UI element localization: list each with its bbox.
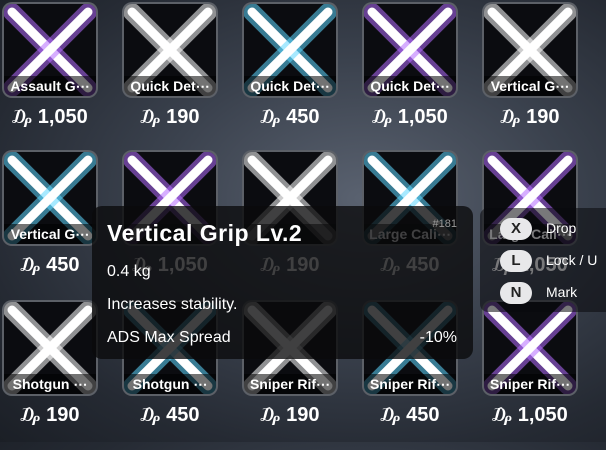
item-name: Sniper Rif⋯	[244, 374, 336, 394]
item-tile[interactable]: Vertical G⋯	[482, 2, 578, 98]
key-x-icon: X	[500, 218, 532, 240]
hint-mark-label: Mark	[546, 284, 578, 300]
item-name: Vertical G⋯	[484, 76, 576, 96]
tooltip-weight: 0.4 kg	[107, 263, 151, 280]
item-name: Vertical G⋯	[4, 224, 96, 244]
currency-icon: ₯	[372, 107, 392, 127]
item-tile[interactable]: Quick Det⋯	[122, 2, 218, 98]
item-name: Shotgun ⋯	[4, 374, 96, 394]
item-price: ₯450	[242, 106, 338, 129]
item-price: ₯190	[2, 404, 98, 427]
item-tile[interactable]: Quick Det⋯	[362, 2, 458, 98]
tooltip-description: Increases stability.	[107, 296, 238, 313]
item-price: ₯1,050	[2, 106, 98, 129]
currency-icon: ₯	[140, 405, 161, 425]
item-slot[interactable]: Quick Det⋯ ₯ 190	[122, 2, 222, 152]
item-price-value: 450	[406, 404, 440, 426]
item-slot[interactable]: Quick Det⋯ ₯ 1,050	[362, 2, 462, 152]
item-price: ₯1,050	[482, 404, 578, 427]
item-price-value: 190	[46, 404, 80, 426]
item-name: Sniper Rif⋯	[484, 374, 576, 394]
item-price-value: 1,050	[397, 106, 448, 128]
item-tile[interactable]: Vertical G⋯	[2, 150, 98, 246]
key-n-icon: N	[500, 282, 532, 304]
item-name: Sniper Rif⋯	[364, 374, 456, 394]
currency-icon: ₯	[20, 405, 41, 425]
tooltip-item-id: #181	[432, 218, 457, 230]
item-name: Assault G⋯	[4, 76, 96, 96]
item-price: ₯190	[122, 106, 218, 129]
item-price: ₯450	[2, 254, 98, 277]
currency-icon: ₯	[380, 405, 401, 425]
item-price-value: 190	[166, 106, 200, 128]
item-slot[interactable]: Quick Det⋯ ₯ 450	[242, 2, 342, 152]
item-price: ₯1,050	[362, 106, 458, 129]
item-name: Quick Det⋯	[124, 76, 216, 96]
currency-icon: ₯	[500, 107, 521, 127]
item-price-value: 450	[46, 254, 80, 276]
currency-icon: ₯	[492, 405, 512, 425]
item-tile[interactable]: Sniper Rif⋯	[482, 300, 578, 396]
item-name: Quick Det⋯	[244, 76, 336, 96]
hint-lock-label: Lock / U	[546, 252, 598, 268]
item-price-value: 190	[526, 106, 560, 128]
item-price-value: 1,050	[517, 404, 568, 426]
item-slot[interactable]: Vertical G⋯ ₯ 450	[2, 150, 102, 300]
currency-icon: ₯	[20, 255, 41, 275]
hint-drop-label: Drop	[546, 220, 577, 236]
item-tile[interactable]: Quick Det⋯	[242, 2, 338, 98]
item-name: Shotgun ⋯	[124, 374, 216, 394]
item-name: Quick Det⋯	[364, 76, 456, 96]
tooltip-stat-name: ADS Max Spread	[107, 329, 231, 346]
item-price: ₯450	[122, 404, 218, 427]
item-price-value: 450	[166, 404, 200, 426]
item-price-value: 450	[286, 106, 320, 128]
item-price-value: 1,050	[37, 106, 88, 128]
item-tile[interactable]: Shotgun ⋯	[2, 300, 98, 396]
currency-icon: ₯	[12, 107, 32, 127]
key-l-icon: L	[500, 250, 532, 272]
currency-icon: ₯	[260, 107, 281, 127]
item-price: ₯190	[482, 106, 578, 129]
action-hints-panel: X Drop L Lock / U N Mark	[480, 208, 606, 312]
item-price-value: 190	[286, 404, 320, 426]
item-price: ₯190	[242, 404, 338, 427]
item-price: ₯450	[362, 404, 458, 427]
item-slot[interactable]: Vertical G⋯ ₯ 190	[482, 2, 582, 152]
item-tile[interactable]: Assault G⋯	[2, 2, 98, 98]
currency-icon: ₯	[140, 107, 161, 127]
tooltip-stat-value: -10%	[419, 329, 457, 346]
currency-icon: ₯	[260, 405, 281, 425]
item-slot[interactable]: Assault G⋯ ₯ 1,050	[2, 2, 102, 152]
tooltip-title: Vertical Grip Lv.2	[107, 220, 303, 246]
item-slot[interactable]: Sniper Rif⋯ ₯ 1,050	[482, 300, 582, 450]
item-tooltip: Vertical Grip Lv.2 #181 0.4 kg Increases…	[92, 206, 473, 359]
item-slot[interactable]: Shotgun ⋯ ₯ 190	[2, 300, 102, 450]
